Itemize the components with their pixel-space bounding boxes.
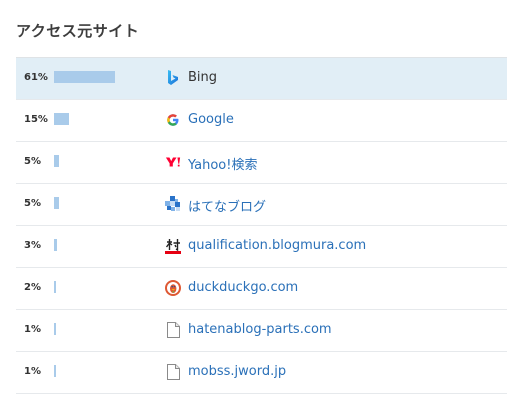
share-bar <box>54 239 57 251</box>
percent-label: 2% <box>24 282 41 293</box>
list-item-bing[interactable]: 61% Bing <box>16 58 507 100</box>
source-link[interactable]: duckduckgo.com <box>188 280 298 295</box>
source-link[interactable]: hatenablog-parts.com <box>188 322 332 337</box>
percent-label: 15% <box>24 114 48 125</box>
list-item-mobss[interactable]: 1% mobss.jword.jp <box>16 352 507 394</box>
source-link[interactable]: はてなブログ <box>188 196 266 215</box>
source-list: 61% Bing 15% Google 5% Yahoo!検索 5% はてなブロ… <box>16 57 507 394</box>
blogmura-icon <box>165 238 181 254</box>
share-bar <box>54 323 56 335</box>
share-bar <box>54 155 59 167</box>
source-link[interactable]: qualification.blogmura.com <box>188 238 366 253</box>
list-item-hatena-blog[interactable]: 5% はてなブログ <box>16 184 507 226</box>
list-item-blogmura[interactable]: 3% qualification.blogmura.com <box>16 226 507 268</box>
share-bar <box>54 281 56 293</box>
duckduckgo-icon <box>165 280 181 296</box>
bing-icon <box>165 70 181 86</box>
percent-label: 5% <box>24 198 41 209</box>
percent-label: 1% <box>24 324 41 335</box>
page-icon <box>165 322 181 338</box>
source-link[interactable]: Bing <box>188 70 217 85</box>
hatena-blog-icon <box>165 196 181 212</box>
list-item-hatenablog-parts[interactable]: 1% hatenablog-parts.com <box>16 310 507 352</box>
page-icon <box>165 364 181 380</box>
source-link[interactable]: mobss.jword.jp <box>188 364 286 379</box>
percent-label: 1% <box>24 366 41 377</box>
list-item-yahoo[interactable]: 5% Yahoo!検索 <box>16 142 507 184</box>
source-link[interactable]: Google <box>188 112 234 127</box>
share-bar <box>54 113 69 125</box>
yahoo-icon <box>165 154 181 170</box>
percent-label: 5% <box>24 156 41 167</box>
percent-label: 3% <box>24 240 41 251</box>
list-item-google[interactable]: 15% Google <box>16 100 507 142</box>
access-source-panel: アクセス元サイト 61% Bing 15% Google 5% Yahoo!検索… <box>0 0 532 411</box>
percent-label: 61% <box>24 72 48 83</box>
list-item-duckduckgo[interactable]: 2% duckduckgo.com <box>16 268 507 310</box>
share-bar <box>54 71 115 83</box>
panel-title: アクセス元サイト <box>16 22 140 40</box>
share-bar <box>54 365 56 377</box>
source-link[interactable]: Yahoo!検索 <box>188 154 257 173</box>
share-bar <box>54 197 59 209</box>
google-icon <box>165 112 181 128</box>
